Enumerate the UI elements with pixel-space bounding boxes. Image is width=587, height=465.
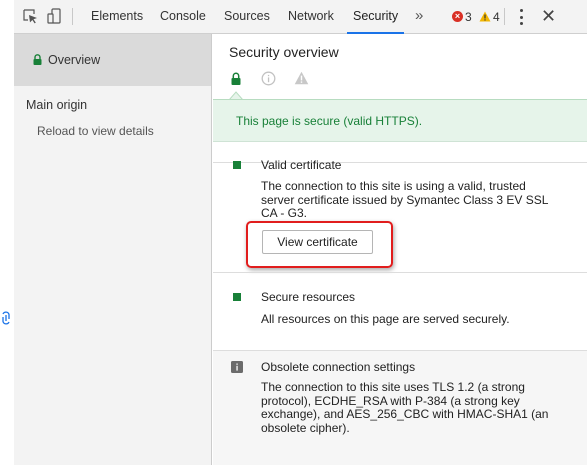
tab-security[interactable]: Security [346,0,405,34]
section-title-obsolete-settings: Obsolete connection settings [261,360,416,374]
section-body-valid-certificate: The connection to this site is using a v… [261,179,549,220]
page-title: Security overview [229,44,339,60]
lock-icon [33,54,42,68]
devtools-toolbar: Elements Console Sources Network Securit… [14,0,587,34]
warning-counter[interactable]: 4 [479,0,500,33]
security-overview-panel: Security overview This page is secure (v… [213,34,587,465]
secure-square-icon [233,293,241,301]
secure-summary-banner: This page is secure (valid HTTPS). [213,99,587,142]
warning-icon [294,71,309,88]
kebab-menu-icon[interactable] [519,9,523,25]
info-square-icon [231,361,243,373]
close-icon[interactable]: ✕ [541,0,556,33]
tab-elements[interactable]: Elements [91,0,143,33]
secure-summary-text: This page is secure (valid HTTPS). [236,114,423,128]
sidebar-item-label: Overview [48,53,101,67]
link-icon [0,311,12,325]
error-icon: × [452,11,463,22]
info-icon [261,71,276,89]
toolbar-divider [72,8,73,25]
main-origin-heading: Main origin [26,98,88,112]
error-count: 3 [465,9,472,24]
main-origin-reload-hint: Reload to view details [37,124,154,138]
lock-icon [231,72,241,88]
device-toolbar-icon[interactable] [46,8,62,24]
section-body-secure-resources: All resources on this page are served se… [261,312,510,326]
section-body-obsolete-settings: The connection to this site uses TLS 1.2… [261,380,549,435]
tab-console[interactable]: Console [160,0,206,33]
section-title-valid-certificate: Valid certificate [261,158,342,172]
tab-network[interactable]: Network [288,0,334,33]
warning-icon [479,11,491,22]
tab-sources[interactable]: Sources [224,0,270,33]
section-title-secure-resources: Secure resources [261,290,356,304]
secure-square-icon [233,161,241,169]
toolbar-divider [504,8,505,25]
inspect-element-icon[interactable] [22,8,38,24]
security-sidebar: Overview Main origin Reload to view deta… [14,34,212,465]
section-divider [213,350,587,351]
section-divider [213,272,587,273]
sidebar-item-overview[interactable]: Overview [14,34,211,86]
more-tabs-button[interactable]: » [415,0,423,33]
view-certificate-button[interactable]: View certificate [262,230,373,254]
error-counter[interactable]: × 3 [452,0,472,33]
warning-count: 4 [493,9,500,24]
